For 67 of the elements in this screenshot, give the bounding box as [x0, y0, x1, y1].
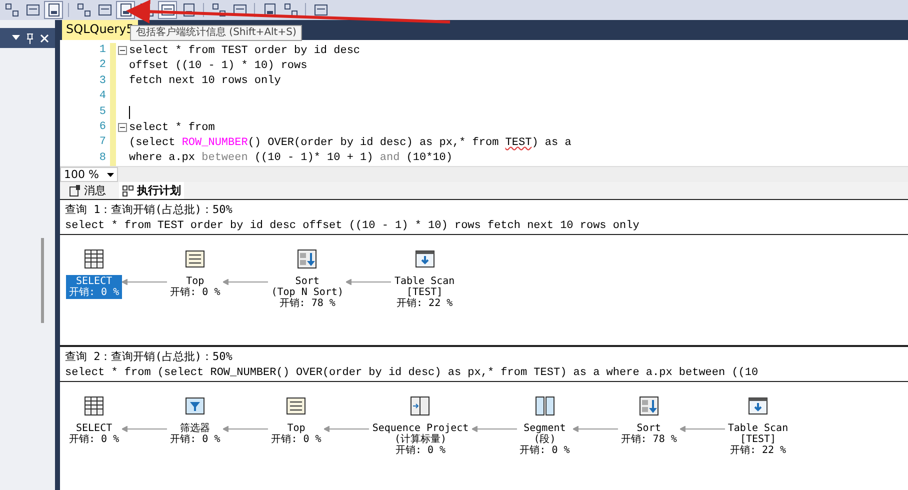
plan-operator-label[interactable]: SELECT 开销: 0 %: [66, 275, 122, 300]
close-icon[interactable]: [40, 34, 49, 42]
code-line: (select ROW_NUMBER() OVER(order by id desc) as px,* from TEST) as a: [129, 137, 572, 150]
diagram-icon: [210, 2, 226, 18]
diagram-icon: [76, 2, 92, 18]
result-tab[interactable]: 执行计划: [119, 182, 184, 200]
window-icon: [24, 2, 40, 18]
plan-operator-label[interactable]: Table Scan [TEST] 开销: 22 %: [724, 422, 792, 458]
line-number: 7: [98, 135, 106, 150]
code-line: select * from TEST order by id desc: [129, 44, 360, 57]
query-cost-header: 查询 1：查询开销(占总批)：50%: [64, 202, 234, 218]
plan-operator-label[interactable]: Top 开销: 0 %: [167, 275, 224, 300]
dropdown-icon[interactable]: [12, 35, 20, 41]
diagram-icon: [122, 184, 134, 197]
document-icon: [69, 184, 81, 197]
code-line: offset ((10 - 1) * 10) rows: [129, 60, 308, 72]
connector-arrow: [680, 426, 725, 432]
toolbar-button[interactable]: [44, 1, 63, 19]
connector-arrow: [572, 426, 618, 432]
document-tab[interactable]: SQLQuery5: [62, 20, 138, 40]
connector-arrow: [472, 426, 517, 432]
plan-operator-label[interactable]: Segment (段) 开销: 0 %: [516, 422, 573, 458]
segment-operator-icon: [532, 394, 557, 418]
connector-arrow: [122, 279, 168, 286]
line-number: 1: [98, 43, 106, 58]
sort-operator-icon: [295, 247, 320, 272]
query-text: select * from TEST order by id desc offset ((10 - 1) * 10) rows fetch next 10 rows only: [60, 218, 908, 236]
select-operator-icon: [82, 247, 106, 272]
scrollbar[interactable]: [41, 238, 44, 323]
dropdown-icon: [107, 172, 114, 177]
connector-arrow: [223, 279, 268, 286]
line-number: 8: [98, 150, 106, 166]
plan-operator-label[interactable]: Sort (Top N Sort) 开销: 78 %: [268, 275, 346, 310]
query-text: select * from (select ROW_NUMBER() OVER(order by id desc) as px,* from TEST) as a where a.px between ((10: [60, 365, 908, 382]
diagram-icon: [282, 2, 298, 18]
plan-operator-label[interactable]: Table Scan [TEST] 开销: 22 %: [391, 275, 458, 310]
line-number: 6: [98, 120, 106, 135]
window-icon: [96, 2, 112, 18]
code-line: fetch next 10 rows only: [129, 75, 281, 88]
window-icon: [312, 2, 328, 18]
zoom-select[interactable]: 100 %: [60, 167, 118, 182]
code-line: where a.px between ((10 - 1)* 10 + 1) and (10*10): [129, 152, 452, 164]
plan-operator-label[interactable]: SELECT 开销: 0 %: [66, 422, 122, 446]
line-number: 5: [98, 104, 106, 120]
line-number: 2: [98, 58, 106, 74]
diagram-icon: [4, 2, 20, 18]
line-number: 3: [98, 74, 106, 89]
line-number: 4: [98, 89, 106, 104]
select-operator-icon: [82, 394, 106, 418]
code-line: select * from: [129, 122, 215, 134]
sort-operator-icon: [636, 394, 661, 418]
plan-operator-label[interactable]: Top 开销: 0 %: [268, 422, 324, 446]
connector-arrow: [122, 426, 168, 432]
connector-arrow: [324, 426, 370, 432]
pin-icon[interactable]: [26, 32, 34, 44]
fold-icon[interactable]: [118, 46, 127, 56]
connector-arrow: [346, 279, 392, 286]
window-icon: [160, 2, 176, 18]
sequence-operator-icon: [408, 394, 432, 418]
result-tab[interactable]: 消息: [66, 182, 109, 200]
plan-operator-label[interactable]: Sequence Project (计算标量) 开销: 0 %: [369, 422, 472, 458]
fold-icon[interactable]: [118, 123, 127, 132]
connector-arrow: [223, 426, 268, 432]
tooltip: 包括客户端统计信息 (Shift+Alt+S): [130, 25, 302, 41]
plan-operator-label[interactable]: 筛选器 开销: 0 %: [167, 422, 224, 446]
plan-operator-label[interactable]: Sort 开销: 78 %: [618, 422, 680, 446]
query-cost-header: 查询 2：查询开销(占总批)：50%: [60, 345, 908, 366]
